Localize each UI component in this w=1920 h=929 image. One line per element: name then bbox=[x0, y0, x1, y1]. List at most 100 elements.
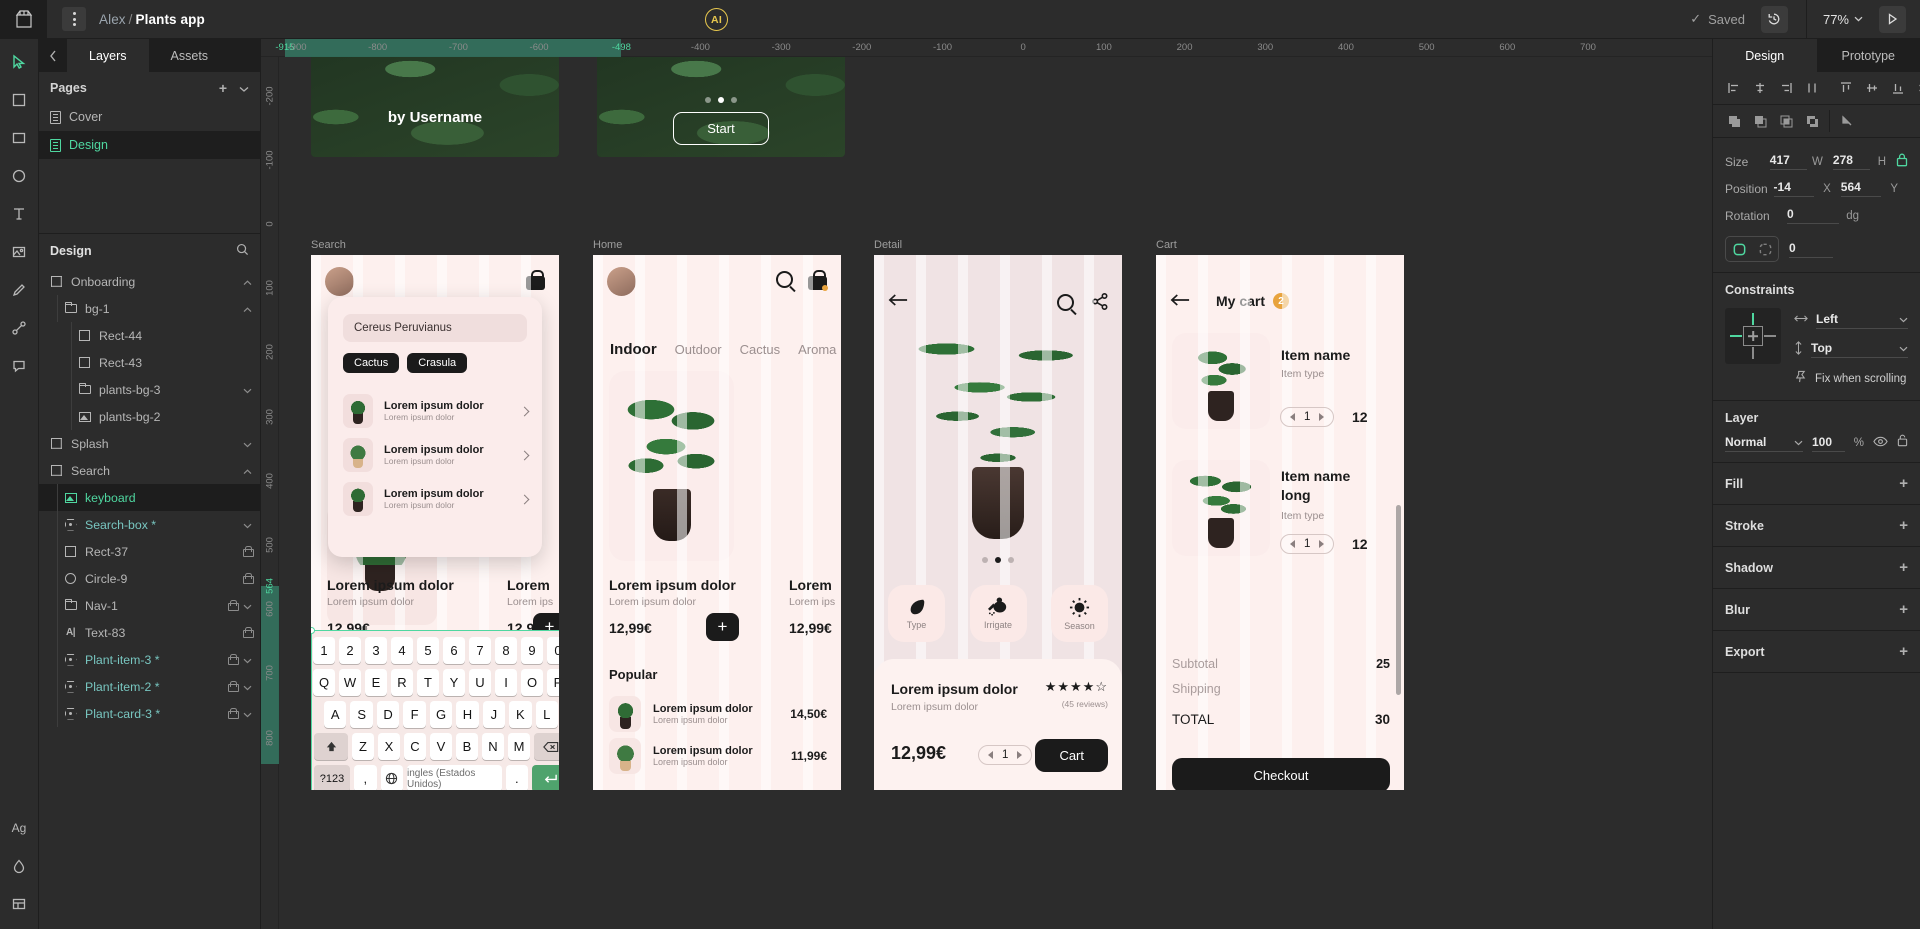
rectangle-tool[interactable] bbox=[8, 127, 30, 149]
key-g[interactable]: G bbox=[429, 701, 453, 728]
layer-row-plant-item-2[interactable]: Plant-item-2 * bbox=[39, 673, 260, 700]
chevron-down-icon[interactable] bbox=[243, 383, 252, 397]
key-q[interactable]: Q bbox=[313, 669, 335, 696]
constraint-right-arm[interactable] bbox=[1764, 335, 1776, 337]
shift-key[interactable] bbox=[314, 733, 348, 760]
frame-tool[interactable] bbox=[8, 89, 30, 111]
key-l[interactable]: L bbox=[535, 701, 558, 728]
chevron-right-icon[interactable] bbox=[519, 406, 530, 416]
keyboard-layer[interactable]: 1234567890 QWERTYUIOP ASDFGHJKL ZXCVBNM bbox=[311, 631, 559, 790]
key-o[interactable]: O bbox=[521, 669, 543, 696]
lock-icon[interactable] bbox=[243, 573, 254, 584]
add-button[interactable]: + bbox=[706, 613, 739, 641]
main-menu-icon[interactable] bbox=[62, 7, 86, 31]
align-bottom-icon[interactable] bbox=[1885, 75, 1911, 101]
key-j[interactable]: J bbox=[482, 701, 506, 728]
key-r[interactable]: R bbox=[391, 669, 413, 696]
key-y[interactable]: Y bbox=[443, 669, 465, 696]
page-item-cover[interactable]: Cover bbox=[39, 103, 260, 131]
constraint-top-arm[interactable] bbox=[1752, 313, 1754, 325]
key-i[interactable]: I bbox=[495, 669, 517, 696]
layer-row-onboarding[interactable]: Onboarding bbox=[39, 268, 260, 295]
chevron-down-icon[interactable] bbox=[243, 680, 252, 694]
lock-icon[interactable] bbox=[228, 654, 239, 665]
layer-row-splash[interactable]: Splash bbox=[39, 430, 260, 457]
tab-outdoor[interactable]: Outdoor bbox=[675, 342, 722, 357]
layer-row-text-83[interactable]: A| Text-83 bbox=[39, 619, 260, 646]
keyboard-row-qwerty[interactable]: QWERTYUIOP bbox=[313, 669, 559, 696]
key-0[interactable]: 0 bbox=[547, 637, 559, 664]
constraint-left-arm[interactable] bbox=[1730, 335, 1742, 337]
align-vertical-center-icon[interactable] bbox=[1859, 75, 1885, 101]
lock-icon[interactable] bbox=[243, 546, 254, 557]
onboarding-frame-1[interactable]: by Username bbox=[311, 57, 559, 157]
layer-row-plants-bg-3[interactable]: plants-bg-3 bbox=[39, 376, 260, 403]
comma-key[interactable]: , bbox=[354, 765, 377, 790]
constraint-center[interactable] bbox=[1743, 326, 1763, 346]
layers-tree[interactable]: Onboarding bg-1 Rect-44 Rect-43 plants-bg-3 p… bbox=[39, 268, 260, 929]
layer-row-plant-card-3[interactable]: Plant-card-3 * bbox=[39, 700, 260, 727]
quantity-stepper[interactable]: 1 bbox=[978, 745, 1033, 765]
key-h[interactable]: H bbox=[456, 701, 479, 728]
feature-irrigate[interactable]: Irrigate bbox=[969, 585, 1027, 642]
breadcrumb-project[interactable]: Plants app bbox=[136, 12, 205, 27]
distribute-horizontal-icon[interactable] bbox=[1799, 75, 1825, 101]
union-icon[interactable] bbox=[1721, 108, 1747, 134]
key-a[interactable]: A bbox=[324, 701, 347, 728]
y-input[interactable]: 564 bbox=[1840, 180, 1882, 197]
plus-icon[interactable]: + bbox=[1899, 602, 1908, 617]
present-button[interactable] bbox=[1879, 5, 1906, 33]
blend-mode-dropdown[interactable]: Normal bbox=[1725, 435, 1803, 452]
chevron-up-icon[interactable] bbox=[243, 302, 252, 316]
chevron-down-icon[interactable] bbox=[243, 599, 252, 613]
symbols-key[interactable]: ?123 bbox=[314, 765, 350, 790]
category-tabs[interactable]: Indoor Outdoor Cactus Aroma bbox=[610, 341, 836, 358]
chevron-down-icon[interactable] bbox=[243, 707, 252, 721]
app-logo[interactable] bbox=[0, 0, 47, 39]
key-t[interactable]: T bbox=[417, 669, 439, 696]
layer-row-keyboard[interactable]: keyboard bbox=[39, 484, 260, 511]
align-left-icon[interactable] bbox=[1721, 75, 1747, 101]
keyboard-letters-zxcv[interactable]: ZXCVBNM bbox=[352, 733, 530, 760]
align-horizontal-center-icon[interactable] bbox=[1747, 75, 1773, 101]
corner-independent-icon[interactable] bbox=[1752, 237, 1778, 261]
start-button[interactable]: Start bbox=[673, 112, 769, 145]
align-top-icon[interactable] bbox=[1833, 75, 1859, 101]
period-key[interactable]: . bbox=[505, 765, 528, 790]
key-5[interactable]: 5 bbox=[417, 637, 439, 664]
dot[interactable] bbox=[705, 97, 711, 103]
image-pagination-dots[interactable] bbox=[982, 557, 1014, 563]
plus-icon[interactable]: + bbox=[1899, 518, 1908, 533]
horizontal-ruler[interactable]: -915 -900 -800 -700 -600 -498 -400 -300 -200 -100… bbox=[261, 39, 1712, 57]
list-item[interactable]: Lorem ipsum dolor Lorem ipsum dolor bbox=[343, 433, 530, 477]
key-2[interactable]: 2 bbox=[339, 637, 361, 664]
fonts-tool[interactable]: Ag bbox=[8, 817, 30, 839]
dot[interactable] bbox=[1008, 557, 1014, 563]
decrease-icon[interactable] bbox=[988, 751, 993, 759]
list-item[interactable]: Lorem ipsum dolor Lorem ipsum dolor 11,9… bbox=[609, 735, 827, 777]
canvas-scrollbar[interactable] bbox=[1396, 505, 1401, 695]
layer-row-search[interactable]: Search bbox=[39, 457, 260, 484]
chip-crasula[interactable]: Crasula bbox=[407, 353, 468, 373]
zoom-control[interactable]: 77% bbox=[1807, 12, 1879, 27]
onboarding-frame-2[interactable]: Start bbox=[597, 57, 845, 157]
constraint-bottom-arm[interactable] bbox=[1752, 347, 1754, 359]
comment-tool[interactable] bbox=[8, 355, 30, 377]
plus-icon[interactable]: + bbox=[1899, 560, 1908, 575]
tab-aroma[interactable]: Aroma bbox=[798, 342, 836, 357]
key-c[interactable]: C bbox=[404, 733, 426, 760]
tab-cactus[interactable]: Cactus bbox=[740, 342, 780, 357]
distribute-vertical-icon[interactable] bbox=[1911, 75, 1920, 101]
key-b[interactable]: B bbox=[456, 733, 478, 760]
backspace-key[interactable] bbox=[534, 733, 559, 760]
fix-scrolling-row[interactable]: Fix when scrolling bbox=[1794, 368, 1908, 390]
key-s[interactable]: S bbox=[350, 701, 373, 728]
keyboard-row-bottom[interactable]: ?123 , ingles (Estados Unidos) . bbox=[314, 765, 559, 790]
plus-icon[interactable]: + bbox=[1899, 644, 1908, 659]
version-history-icon[interactable] bbox=[1760, 5, 1788, 33]
plus-icon[interactable]: + bbox=[219, 80, 227, 96]
frame-label-cart[interactable]: Cart bbox=[1156, 239, 1177, 251]
key-8[interactable]: 8 bbox=[495, 637, 517, 664]
chevron-down-icon[interactable] bbox=[239, 80, 249, 96]
key-f[interactable]: F bbox=[403, 701, 426, 728]
